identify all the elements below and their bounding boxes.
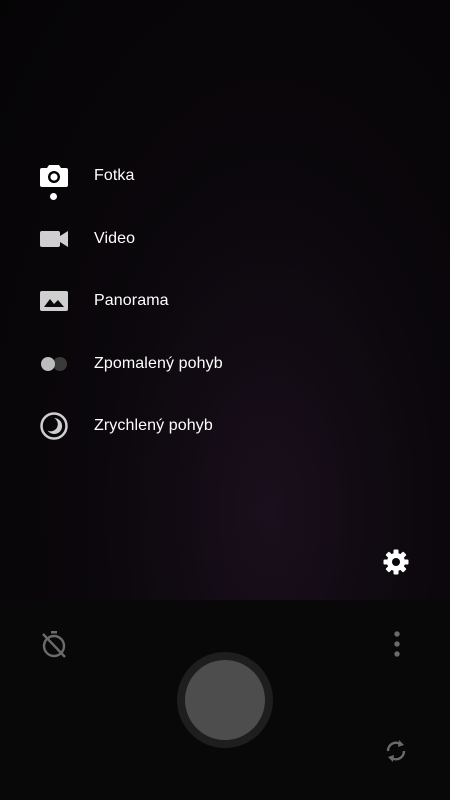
shutter-button[interactable] [177, 652, 273, 748]
mode-menu: Fotka Video Panorama Zpomalený pohyb Zry… [0, 145, 450, 458]
slow-motion-icon [38, 348, 70, 380]
settings-button[interactable] [380, 548, 412, 580]
camera-icon [38, 160, 70, 192]
mode-item-photo[interactable]: Fotka [0, 145, 450, 208]
more-options-button[interactable] [381, 630, 413, 662]
more-vertical-icon [392, 629, 402, 664]
mode-item-video[interactable]: Video [0, 208, 450, 271]
mode-label-slow-motion: Zpomalený pohyb [94, 354, 223, 372]
switch-camera-button[interactable] [380, 737, 412, 769]
gear-icon [382, 548, 410, 581]
video-camera-icon [38, 223, 70, 255]
mode-label-video: Video [94, 229, 136, 247]
shutter-button-inner [185, 660, 265, 740]
mode-label-photo: Fotka [94, 167, 135, 185]
timer-off-icon [39, 629, 69, 664]
switch-camera-icon [381, 736, 411, 771]
mode-label-time-lapse: Zrychlený pohyb [94, 417, 213, 435]
mode-item-panorama[interactable]: Panorama [0, 270, 450, 333]
mode-item-time-lapse[interactable]: Zrychlený pohyb [0, 395, 450, 458]
mode-item-slow-motion[interactable]: Zpomalený pohyb [0, 333, 450, 396]
active-mode-indicator [50, 193, 57, 200]
timer-button[interactable] [38, 630, 70, 662]
mode-label-panorama: Panorama [94, 292, 169, 310]
panorama-icon [38, 285, 70, 317]
time-lapse-icon [38, 410, 70, 442]
camera-screen: Fotka Video Panorama Zpomalený pohyb Zry… [0, 0, 450, 800]
